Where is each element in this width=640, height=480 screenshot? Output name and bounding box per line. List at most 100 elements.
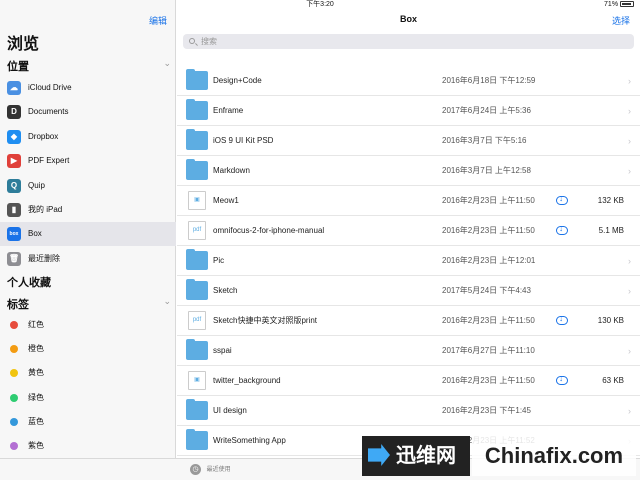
file-row[interactable]: ▣ Meow1 2016年2月23日 上午11:50 132 KB xyxy=(177,186,640,216)
file-row[interactable]: ▣ twitter_background 2016年2月23日 上午11:50 63 … xyxy=(177,366,640,396)
chevron-right-icon: › xyxy=(628,166,631,176)
recents-tab[interactable]: ◷ 最近使用 xyxy=(190,464,231,476)
sidebar-item-label: Dropbox xyxy=(28,131,59,141)
box-icon: box xyxy=(7,227,21,242)
file-date: 2017年6月24日 上午5:36 xyxy=(442,106,531,115)
file-row[interactable]: Design+Code 2016年6月18日 下午12:59 › xyxy=(177,66,640,96)
file-size: 63 KB xyxy=(602,376,624,385)
pdf-file-icon: pdf xyxy=(188,221,206,240)
sidebar-tag-item[interactable]: 蓝色 xyxy=(0,410,176,434)
sidebar-item-box[interactable]: box Box xyxy=(0,222,176,247)
tag-label: 橙色 xyxy=(28,344,44,354)
file-name: iOS 9 UI Kit PSD xyxy=(213,136,274,145)
file-date: 2016年3月7日 下午5:16 xyxy=(442,136,527,145)
file-row[interactable]: pdf omnifocus-2-for-iphone-manual 2016年2月2… xyxy=(177,216,640,246)
file-date: 2016年3月7日 上午12:58 xyxy=(442,166,531,175)
tags-header[interactable]: 标签 ⌄ xyxy=(7,296,175,312)
file-name: Design+Code xyxy=(213,76,262,85)
sidebar-tag-item[interactable]: 红色 xyxy=(0,313,176,337)
documents-app-icon: D xyxy=(7,105,21,120)
arrow-logo-icon xyxy=(368,444,390,466)
sidebar-item-icloud[interactable]: ☁ iCloud Drive xyxy=(0,76,176,100)
file-row[interactable]: Enframe 2017年6月24日 上午5:36 › xyxy=(177,96,640,126)
sidebar-tag-item[interactable]: 橙色 xyxy=(0,337,176,361)
file-row[interactable]: sspai 2017年6月27日 上午11:10 › xyxy=(177,336,640,366)
trash-icon: 🗑 xyxy=(7,251,21,266)
sidebar-item-pdf-expert[interactable]: ▶ PDF Expert xyxy=(0,149,176,173)
sidebar-tag-item[interactable]: 黄色 xyxy=(0,361,176,385)
search-input[interactable]: 搜索 xyxy=(183,34,634,49)
sidebar-item-dropbox[interactable]: ◆ Dropbox xyxy=(0,125,176,149)
tag-color-dot-icon xyxy=(10,369,18,378)
watermark-logo: 迅维网 xyxy=(362,436,470,476)
quip-icon: Q xyxy=(7,178,21,193)
sidebar-item-label: 我的 iPad xyxy=(28,205,63,214)
cloud-download-icon[interactable] xyxy=(556,374,568,385)
cloud-download-icon[interactable] xyxy=(556,224,568,235)
chevron-right-icon: › xyxy=(628,76,631,86)
folder-icon xyxy=(186,339,208,360)
favorites-header[interactable]: 个人收藏 xyxy=(7,274,175,290)
tag-color-dot-icon xyxy=(10,442,18,450)
file-row[interactable]: Pic 2016年2月23日 上午12:01 › xyxy=(177,246,640,276)
chevron-right-icon: › xyxy=(628,286,631,296)
tag-label: 蓝色 xyxy=(28,416,44,426)
file-date: 2016年2月23日 上午12:01 xyxy=(442,256,536,265)
file-name: Meow1 xyxy=(213,196,239,205)
edit-button[interactable]: 编辑 xyxy=(149,14,167,27)
sidebar-item-documents-app[interactable]: D Documents xyxy=(0,100,176,124)
tag-color-dot-icon xyxy=(10,345,18,354)
ipad-icon: ▮ xyxy=(7,203,21,217)
main-pane: Box 选择 搜索 Design+Code 2016年6月18日 下午12:59 ›… xyxy=(177,0,640,458)
watermark: 迅维网 Chinafix.com xyxy=(362,436,636,476)
file-date: 2016年2月23日 上午11:50 xyxy=(442,196,535,205)
file-row[interactable]: UI design 2016年2月23日 下午1:45 › xyxy=(177,396,640,426)
file-name: omnifocus-2-for-iphone-manual xyxy=(213,226,325,235)
icloud-icon: ☁ xyxy=(7,81,21,95)
file-row[interactable]: iOS 9 UI Kit PSD 2016年3月7日 下午5:16 › xyxy=(177,126,640,156)
cloud-download-icon[interactable] xyxy=(556,194,568,205)
sidebar-title: 浏览 xyxy=(7,36,40,53)
file-name: Markdown xyxy=(213,166,250,175)
sidebar-tag-item[interactable]: 紫色 xyxy=(0,434,176,458)
file-date: 2016年2月23日 下午1:45 xyxy=(442,406,531,415)
sidebar-item-ipad[interactable]: ▮ 我的 iPad xyxy=(0,198,176,222)
image-file-icon: ▣ xyxy=(188,371,206,390)
chevron-right-icon: › xyxy=(628,346,631,356)
tags-header-label: 标签 xyxy=(7,299,29,311)
search-icon xyxy=(189,38,195,44)
file-name: Enframe xyxy=(213,106,244,115)
file-row[interactable]: pdf Sketch快捷中英文对照版print 2016年2月23日 上午11:50… xyxy=(177,306,640,336)
file-name: twitter_background xyxy=(213,376,281,385)
file-name: sspai xyxy=(213,346,232,355)
files-app: iPad 下午3:20 71% 编辑 浏览 位置 ⌄ ☁iCloud Drive… xyxy=(0,0,640,480)
tag-label: 黄色 xyxy=(28,368,44,378)
chevron-down-icon: ⌄ xyxy=(163,296,171,306)
chevron-right-icon: › xyxy=(628,106,631,116)
sidebar-tag-item[interactable]: 绿色 xyxy=(0,386,176,410)
file-size: 132 KB xyxy=(597,196,624,205)
sidebar-item-trash[interactable]: 🗑 最近删除 xyxy=(0,247,176,271)
file-list: Design+Code 2016年6月18日 下午12:59 › Enframe 201… xyxy=(177,50,640,458)
locations-header[interactable]: 位置 ⌄ xyxy=(7,58,175,74)
tag-color-dot-icon xyxy=(10,417,18,426)
folder-icon xyxy=(186,279,208,300)
file-row[interactable]: Markdown 2016年3月7日 上午12:58 › xyxy=(177,156,640,186)
file-row[interactable]: Sketch 2017年5月24日 下午4:43 › xyxy=(177,276,640,306)
page-title: Box xyxy=(399,14,417,24)
folder-icon xyxy=(186,249,208,270)
tag-label: 红色 xyxy=(28,320,44,329)
locations-header-label: 位置 xyxy=(7,61,29,73)
folder-icon xyxy=(186,159,208,180)
select-button[interactable]: 选择 xyxy=(612,14,630,27)
folder-icon xyxy=(186,399,208,420)
folder-icon xyxy=(186,69,208,90)
tag-color-dot-icon xyxy=(10,393,18,402)
file-size: 130 KB xyxy=(597,316,624,325)
tag-color-dot-icon xyxy=(10,321,18,329)
cloud-download-icon[interactable] xyxy=(556,314,568,325)
file-date: 2016年2月23日 上午11:50 xyxy=(442,376,535,385)
file-name: Sketch xyxy=(213,286,238,295)
sidebar-item-quip[interactable]: Q Quip xyxy=(0,174,176,198)
file-date: 2016年2月23日 上午11:50 xyxy=(442,316,535,325)
